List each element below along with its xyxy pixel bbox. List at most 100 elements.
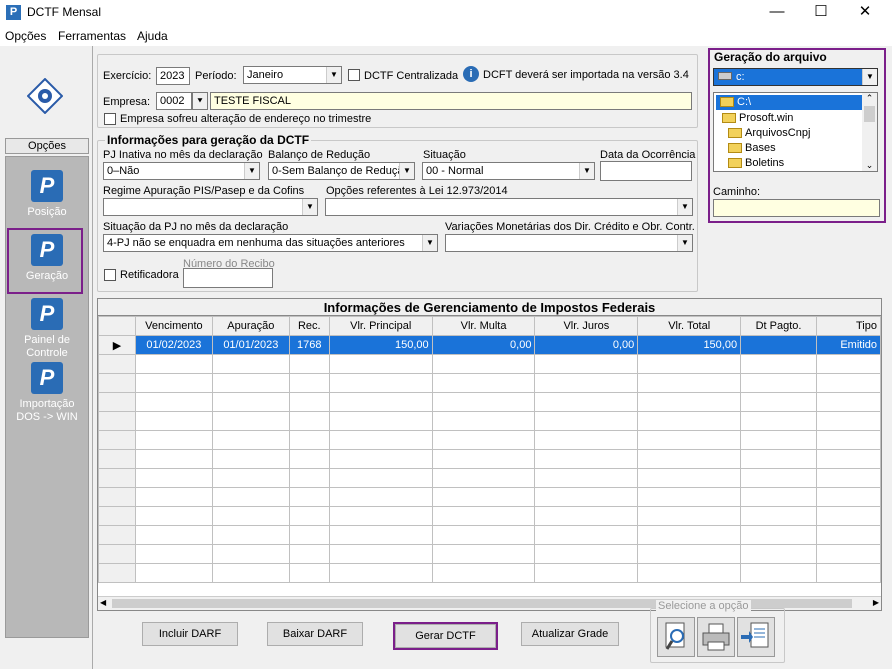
table-cell[interactable] bbox=[134, 468, 213, 488]
table-row[interactable] bbox=[98, 373, 881, 393]
table-cell[interactable] bbox=[328, 411, 433, 431]
table-cell[interactable] bbox=[637, 468, 742, 488]
table-cell[interactable] bbox=[740, 525, 817, 545]
atualizar-grade-button[interactable]: Atualizar Grade bbox=[521, 622, 619, 646]
table-cell[interactable] bbox=[740, 487, 817, 507]
table-cell[interactable] bbox=[328, 373, 433, 393]
table-row[interactable] bbox=[98, 487, 881, 507]
situacao-select[interactable]: 00 - Normal ▼ bbox=[422, 162, 595, 180]
grid-header[interactable]: Vlr. Multa bbox=[431, 316, 536, 336]
sidebar-item-geracao[interactable]: P Geração bbox=[5, 234, 89, 282]
table-cell[interactable] bbox=[534, 468, 639, 488]
situacao-pj-select[interactable]: 4-PJ não se enquadra em nenhuma das situ… bbox=[103, 234, 438, 252]
table-cell[interactable] bbox=[816, 487, 881, 507]
table-cell[interactable] bbox=[637, 487, 742, 507]
table-cell[interactable] bbox=[816, 468, 881, 488]
table-cell[interactable] bbox=[637, 506, 742, 526]
table-cell[interactable] bbox=[288, 468, 330, 488]
table-cell[interactable] bbox=[534, 354, 639, 374]
table-cell[interactable] bbox=[431, 411, 536, 431]
grid-header[interactable]: Tipo bbox=[816, 316, 881, 336]
table-cell[interactable] bbox=[534, 449, 639, 469]
table-cell[interactable]: 0,00 bbox=[534, 335, 639, 355]
centralizada-checkbox[interactable] bbox=[348, 69, 360, 81]
table-cell[interactable] bbox=[637, 449, 742, 469]
numero-recibo-input[interactable] bbox=[183, 268, 273, 288]
table-cell[interactable] bbox=[211, 544, 290, 564]
table-row[interactable] bbox=[98, 411, 881, 431]
table-cell[interactable] bbox=[740, 335, 817, 355]
table-cell[interactable] bbox=[134, 525, 213, 545]
table-cell[interactable] bbox=[134, 373, 213, 393]
folder-item[interactable]: C:\ bbox=[716, 95, 862, 110]
table-row[interactable] bbox=[98, 525, 881, 545]
table-cell[interactable] bbox=[431, 544, 536, 564]
table-cell[interactable] bbox=[431, 430, 536, 450]
drive-select[interactable]: c: ▼ bbox=[713, 68, 878, 86]
table-cell[interactable] bbox=[134, 411, 213, 431]
menu-opcoes[interactable]: Opções bbox=[5, 29, 46, 43]
table-cell[interactable] bbox=[637, 373, 742, 393]
table-cell[interactable] bbox=[328, 430, 433, 450]
table-cell[interactable] bbox=[816, 354, 881, 374]
table-cell[interactable] bbox=[211, 468, 290, 488]
regime-select[interactable]: ▼ bbox=[103, 198, 318, 216]
table-cell[interactable] bbox=[431, 354, 536, 374]
table-row[interactable] bbox=[98, 430, 881, 450]
table-cell[interactable] bbox=[534, 487, 639, 507]
table-cell[interactable] bbox=[534, 506, 639, 526]
grid-header[interactable]: Rec. bbox=[288, 316, 330, 336]
table-cell[interactable] bbox=[211, 449, 290, 469]
periodo-select[interactable]: Janeiro ▼ bbox=[243, 66, 342, 84]
table-cell[interactable] bbox=[328, 468, 433, 488]
table-cell[interactable] bbox=[740, 544, 817, 564]
table-cell[interactable] bbox=[431, 468, 536, 488]
table-cell[interactable] bbox=[534, 525, 639, 545]
table-cell[interactable] bbox=[534, 392, 639, 412]
empresa-code-input[interactable]: 0002 bbox=[156, 92, 192, 110]
maximize-button[interactable]: ☐ bbox=[798, 0, 844, 26]
table-cell[interactable] bbox=[637, 563, 742, 583]
menu-ferramentas[interactable]: Ferramentas bbox=[58, 29, 126, 43]
grid-header[interactable]: Vlr. Total bbox=[637, 316, 742, 336]
baixar-darf-button[interactable]: Baixar DARF bbox=[267, 622, 363, 646]
folder-item[interactable]: Prosoft.win bbox=[722, 111, 793, 126]
table-cell[interactable] bbox=[534, 373, 639, 393]
incluir-darf-button[interactable]: Incluir DARF bbox=[142, 622, 238, 646]
table-cell[interactable] bbox=[288, 373, 330, 393]
table-cell[interactable] bbox=[288, 525, 330, 545]
table-row[interactable] bbox=[98, 354, 881, 374]
table-cell[interactable] bbox=[328, 392, 433, 412]
table-cell[interactable] bbox=[134, 354, 213, 374]
table-cell[interactable] bbox=[288, 392, 330, 412]
table-cell[interactable] bbox=[740, 468, 817, 488]
table-cell[interactable] bbox=[288, 563, 330, 583]
table-cell[interactable] bbox=[328, 563, 433, 583]
table-cell[interactable] bbox=[740, 354, 817, 374]
table-cell[interactable] bbox=[637, 525, 742, 545]
table-cell[interactable] bbox=[288, 487, 330, 507]
scroll-left-icon[interactable]: ◀ bbox=[100, 598, 106, 607]
table-cell[interactable] bbox=[134, 449, 213, 469]
table-cell[interactable] bbox=[288, 411, 330, 431]
table-row[interactable]: ▶ 01/02/2023 01/01/2023 1768 150,00 0,00 0,00 1… bbox=[98, 335, 881, 355]
table-cell[interactable] bbox=[134, 487, 213, 507]
table-cell[interactable] bbox=[816, 392, 881, 412]
table-cell[interactable] bbox=[431, 487, 536, 507]
table-cell[interactable]: 0,00 bbox=[431, 335, 536, 355]
table-cell[interactable] bbox=[740, 449, 817, 469]
table-cell[interactable] bbox=[816, 525, 881, 545]
balanco-select[interactable]: 0-Sem Balanço de Redução ▼ bbox=[268, 162, 415, 180]
table-row[interactable] bbox=[98, 563, 881, 583]
table-cell[interactable] bbox=[740, 563, 817, 583]
empresa-lookup-icon[interactable]: ⯆ bbox=[192, 92, 208, 110]
table-cell[interactable] bbox=[134, 544, 213, 564]
table-cell[interactable] bbox=[288, 430, 330, 450]
table-row[interactable] bbox=[98, 392, 881, 412]
scroll-right-icon[interactable]: ▶ bbox=[873, 598, 879, 607]
table-cell[interactable]: 1768 bbox=[288, 335, 330, 355]
gerar-dctf-button[interactable]: Gerar DCTF bbox=[393, 622, 498, 650]
table-cell[interactable] bbox=[534, 430, 639, 450]
table-cell[interactable] bbox=[328, 487, 433, 507]
export-file-icon[interactable] bbox=[737, 617, 775, 657]
